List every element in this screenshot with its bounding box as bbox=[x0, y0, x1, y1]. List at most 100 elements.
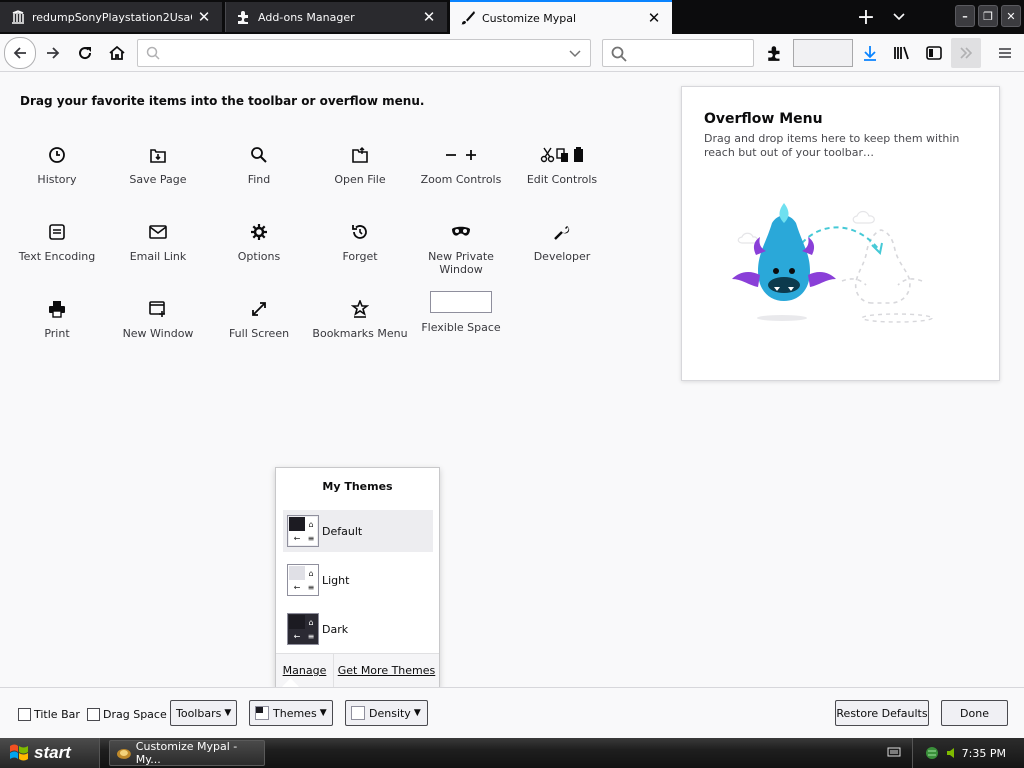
theme-thumbnail: ⌂ ← ≡ bbox=[287, 515, 319, 547]
density-button[interactable]: Density ▼ bbox=[345, 700, 428, 726]
checkbox-box[interactable] bbox=[18, 708, 31, 721]
home-icon: ⌂ bbox=[305, 566, 317, 580]
overflow-button[interactable] bbox=[951, 38, 981, 68]
forward-icon bbox=[47, 47, 60, 59]
tab-redump[interactable]: redumpSonyPlaystation2UsaGame... ✕ bbox=[0, 2, 222, 32]
clock-icon bbox=[9, 142, 105, 168]
palette-label: Text Encoding bbox=[18, 250, 96, 263]
palette-item-flexible-space[interactable]: Flexible Space bbox=[413, 283, 509, 353]
palette-item-options[interactable]: Options bbox=[211, 213, 307, 283]
theme-name: Light bbox=[322, 573, 350, 587]
back-icon bbox=[13, 47, 26, 59]
tab-addons[interactable]: Add-ons Manager ✕ bbox=[225, 2, 447, 32]
taskbar-item-mypal[interactable]: Customize Mypal - My... bbox=[109, 740, 265, 766]
palette-item-edit-controls[interactable]: Edit Controls bbox=[514, 136, 610, 206]
palette-item-developer[interactable]: Developer bbox=[514, 213, 610, 283]
close-icon[interactable]: ✕ bbox=[642, 6, 666, 30]
palette-label: Forget bbox=[342, 250, 378, 263]
tab-strip: redumpSonyPlaystation2UsaGame... ✕ Add-o… bbox=[0, 0, 1024, 34]
palette-item-find[interactable]: Find bbox=[211, 136, 307, 206]
close-icon[interactable]: ✕ bbox=[417, 5, 441, 29]
chevron-down-icon: ▼ bbox=[224, 708, 232, 718]
gear-icon bbox=[211, 219, 307, 245]
theme-option-default[interactable]: ⌂ ← ≡ Default bbox=[283, 510, 433, 552]
addons-button[interactable] bbox=[760, 38, 790, 68]
done-button[interactable]: Done bbox=[941, 700, 1008, 726]
restore-defaults-button[interactable]: Restore Defaults bbox=[835, 700, 929, 726]
toolbars-button[interactable]: Toolbars ▼ bbox=[170, 700, 237, 726]
palette-item-new-private-window[interactable]: New Private Window bbox=[413, 213, 509, 283]
url-bar[interactable] bbox=[137, 39, 591, 67]
reload-button[interactable] bbox=[70, 38, 100, 68]
plus-icon: + bbox=[856, 4, 876, 30]
palette-label: Flexible Space bbox=[421, 321, 501, 334]
palette-item-save-page[interactable]: Save Page bbox=[110, 136, 206, 206]
get-more-themes-button[interactable]: Get More Themes bbox=[334, 654, 439, 687]
theme-mini-icon bbox=[255, 706, 269, 720]
density-label: Density bbox=[369, 706, 411, 720]
minimize-icon: – bbox=[962, 9, 968, 23]
drag-space-checkbox[interactable]: Drag Space bbox=[87, 708, 167, 721]
forward-button[interactable] bbox=[38, 38, 68, 68]
chevron-down-icon: ▼ bbox=[319, 708, 327, 718]
keyboard-icon[interactable] bbox=[887, 746, 901, 761]
library-icon bbox=[894, 46, 909, 60]
minimize-button[interactable]: – bbox=[955, 5, 975, 27]
magnifier-icon bbox=[211, 142, 307, 168]
new-tab-button[interactable]: + bbox=[852, 4, 880, 30]
downloads-button[interactable] bbox=[855, 38, 885, 68]
taskbar: start Customize Mypal - My... 7:35 PM bbox=[0, 738, 1024, 768]
wrench-icon bbox=[514, 219, 610, 245]
sidebar-button[interactable] bbox=[919, 38, 949, 68]
palette-item-zoom-controls[interactable]: Zoom Controls bbox=[413, 136, 509, 206]
tab-title: Customize Mypal bbox=[482, 11, 577, 25]
themes-footer: Manage Get More Themes bbox=[276, 653, 439, 687]
theme-option-dark[interactable]: ⌂ ← ≡ Dark bbox=[283, 608, 433, 650]
library-button[interactable] bbox=[887, 38, 917, 68]
dropdown-icon[interactable] bbox=[568, 49, 582, 58]
palette-item-bookmarks-menu[interactable]: Bookmarks Menu bbox=[312, 290, 408, 360]
start-button[interactable]: start bbox=[0, 738, 100, 768]
manage-themes-button[interactable]: Manage bbox=[276, 654, 334, 687]
home-button[interactable] bbox=[102, 38, 132, 68]
volume-icon[interactable] bbox=[945, 746, 959, 760]
palette-item-forget[interactable]: Forget bbox=[312, 213, 408, 283]
maximize-icon: ❐ bbox=[983, 9, 993, 23]
maximize-button[interactable]: ❐ bbox=[978, 5, 998, 27]
palette-item-history[interactable]: History bbox=[9, 136, 105, 206]
palette-item-full-screen[interactable]: Full Screen bbox=[211, 290, 307, 360]
tab-customize[interactable]: Customize Mypal ✕ bbox=[450, 0, 672, 34]
clock: 7:35 PM bbox=[961, 746, 1006, 760]
palette-item-print[interactable]: Print bbox=[9, 290, 105, 360]
themes-label: Themes bbox=[273, 706, 317, 720]
theme-option-light[interactable]: ⌂ ← ≡ Light bbox=[283, 559, 433, 601]
title-bar-checkbox[interactable]: Title Bar bbox=[18, 708, 80, 721]
themes-button[interactable]: Themes ▼ bbox=[249, 700, 333, 726]
palette-item-email-link[interactable]: Email Link bbox=[110, 213, 206, 283]
close-icon[interactable]: ✕ bbox=[192, 5, 216, 29]
search-bar[interactable] bbox=[602, 39, 754, 67]
home-icon: ⌂ bbox=[305, 615, 317, 629]
checkbox-box[interactable] bbox=[87, 708, 100, 721]
windows-logo-icon bbox=[10, 744, 28, 761]
search-icon bbox=[146, 46, 160, 60]
network-icon[interactable] bbox=[925, 745, 943, 761]
palette-label: History bbox=[37, 173, 77, 186]
back-button[interactable] bbox=[4, 37, 36, 69]
palette-item-new-window[interactable]: New Window bbox=[110, 290, 206, 360]
home-icon bbox=[109, 45, 125, 60]
open-file-icon bbox=[312, 142, 408, 168]
tab-title: Add-ons Manager bbox=[258, 10, 355, 24]
flexible-space[interactable] bbox=[793, 39, 853, 67]
puzzle-icon bbox=[236, 9, 252, 25]
edit-icon bbox=[514, 142, 610, 168]
window-close-button[interactable]: ✕ bbox=[1001, 5, 1021, 27]
palette-item-open-file[interactable]: Open File bbox=[312, 136, 408, 206]
chevron-down-icon bbox=[893, 13, 905, 21]
list-tabs-button[interactable] bbox=[885, 4, 913, 30]
menu-button[interactable] bbox=[990, 38, 1020, 68]
themes-popup: My Themes ⌂ ← ≡ Default ⌂ ← ≡ Light ⌂ ← … bbox=[275, 467, 440, 688]
start-label: start bbox=[34, 743, 71, 762]
paintbrush-icon bbox=[460, 10, 476, 26]
palette-item-text-encoding[interactable]: Text Encoding bbox=[9, 213, 105, 283]
